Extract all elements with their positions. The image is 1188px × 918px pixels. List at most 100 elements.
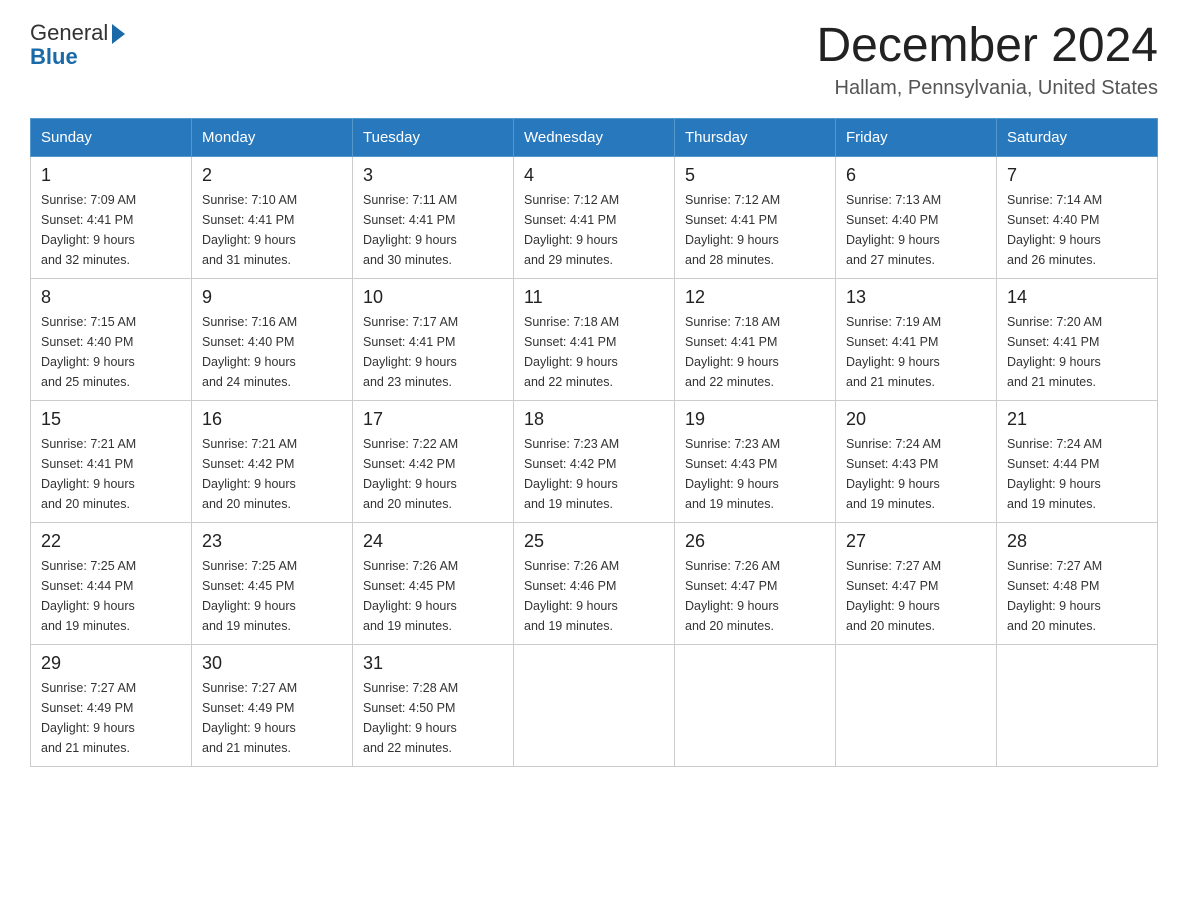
day-info: Sunrise: 7:18 AM Sunset: 4:41 PM Dayligh…	[685, 312, 825, 392]
day-info: Sunrise: 7:14 AM Sunset: 4:40 PM Dayligh…	[1007, 190, 1147, 270]
calendar-cell: 3 Sunrise: 7:11 AM Sunset: 4:41 PM Dayli…	[353, 156, 514, 278]
calendar-cell: 4 Sunrise: 7:12 AM Sunset: 4:41 PM Dayli…	[514, 156, 675, 278]
week-row-4: 22 Sunrise: 7:25 AM Sunset: 4:44 PM Dayl…	[31, 522, 1158, 644]
title-area: December 2024 Hallam, Pennsylvania, Unit…	[816, 20, 1158, 100]
day-number: 4	[524, 165, 664, 186]
day-info: Sunrise: 7:21 AM Sunset: 4:41 PM Dayligh…	[41, 434, 181, 514]
calendar-cell: 5 Sunrise: 7:12 AM Sunset: 4:41 PM Dayli…	[675, 156, 836, 278]
day-number: 18	[524, 409, 664, 430]
day-number: 2	[202, 165, 342, 186]
day-number: 26	[685, 531, 825, 552]
logo-general-text: General	[30, 20, 108, 46]
day-info: Sunrise: 7:18 AM Sunset: 4:41 PM Dayligh…	[524, 312, 664, 392]
day-number: 30	[202, 653, 342, 674]
header-saturday: Saturday	[997, 118, 1158, 156]
day-info: Sunrise: 7:13 AM Sunset: 4:40 PM Dayligh…	[846, 190, 986, 270]
day-number: 23	[202, 531, 342, 552]
header-monday: Monday	[192, 118, 353, 156]
month-year-title: December 2024	[816, 20, 1158, 73]
calendar-cell: 20 Sunrise: 7:24 AM Sunset: 4:43 PM Dayl…	[836, 400, 997, 522]
calendar-cell: 13 Sunrise: 7:19 AM Sunset: 4:41 PM Dayl…	[836, 278, 997, 400]
day-info: Sunrise: 7:27 AM Sunset: 4:49 PM Dayligh…	[41, 678, 181, 758]
calendar-cell: 21 Sunrise: 7:24 AM Sunset: 4:44 PM Dayl…	[997, 400, 1158, 522]
day-number: 10	[363, 287, 503, 308]
calendar-cell: 25 Sunrise: 7:26 AM Sunset: 4:46 PM Dayl…	[514, 522, 675, 644]
header-wednesday: Wednesday	[514, 118, 675, 156]
day-number: 6	[846, 165, 986, 186]
logo: General Blue	[30, 20, 125, 70]
day-number: 12	[685, 287, 825, 308]
day-info: Sunrise: 7:26 AM Sunset: 4:46 PM Dayligh…	[524, 556, 664, 636]
calendar-cell: 27 Sunrise: 7:27 AM Sunset: 4:47 PM Dayl…	[836, 522, 997, 644]
day-number: 9	[202, 287, 342, 308]
calendar-cell: 12 Sunrise: 7:18 AM Sunset: 4:41 PM Dayl…	[675, 278, 836, 400]
day-info: Sunrise: 7:25 AM Sunset: 4:45 PM Dayligh…	[202, 556, 342, 636]
day-info: Sunrise: 7:26 AM Sunset: 4:45 PM Dayligh…	[363, 556, 503, 636]
day-number: 29	[41, 653, 181, 674]
calendar-table: Sunday Monday Tuesday Wednesday Thursday…	[30, 118, 1158, 767]
day-number: 5	[685, 165, 825, 186]
day-info: Sunrise: 7:27 AM Sunset: 4:48 PM Dayligh…	[1007, 556, 1147, 636]
calendar-cell: 1 Sunrise: 7:09 AM Sunset: 4:41 PM Dayli…	[31, 156, 192, 278]
day-number: 28	[1007, 531, 1147, 552]
calendar-cell	[836, 644, 997, 766]
logo-blue-text: Blue	[30, 44, 78, 70]
day-info: Sunrise: 7:21 AM Sunset: 4:42 PM Dayligh…	[202, 434, 342, 514]
calendar-cell	[675, 644, 836, 766]
header-friday: Friday	[836, 118, 997, 156]
calendar-cell: 17 Sunrise: 7:22 AM Sunset: 4:42 PM Dayl…	[353, 400, 514, 522]
day-info: Sunrise: 7:20 AM Sunset: 4:41 PM Dayligh…	[1007, 312, 1147, 392]
day-info: Sunrise: 7:23 AM Sunset: 4:43 PM Dayligh…	[685, 434, 825, 514]
day-number: 24	[363, 531, 503, 552]
day-number: 21	[1007, 409, 1147, 430]
day-number: 22	[41, 531, 181, 552]
calendar-cell: 8 Sunrise: 7:15 AM Sunset: 4:40 PM Dayli…	[31, 278, 192, 400]
calendar-cell: 22 Sunrise: 7:25 AM Sunset: 4:44 PM Dayl…	[31, 522, 192, 644]
header-sunday: Sunday	[31, 118, 192, 156]
day-number: 19	[685, 409, 825, 430]
day-number: 27	[846, 531, 986, 552]
day-number: 11	[524, 287, 664, 308]
calendar-cell: 26 Sunrise: 7:26 AM Sunset: 4:47 PM Dayl…	[675, 522, 836, 644]
day-number: 20	[846, 409, 986, 430]
week-row-2: 8 Sunrise: 7:15 AM Sunset: 4:40 PM Dayli…	[31, 278, 1158, 400]
calendar-cell	[514, 644, 675, 766]
header-tuesday: Tuesday	[353, 118, 514, 156]
day-number: 31	[363, 653, 503, 674]
day-info: Sunrise: 7:27 AM Sunset: 4:47 PM Dayligh…	[846, 556, 986, 636]
day-number: 1	[41, 165, 181, 186]
calendar-cell: 31 Sunrise: 7:28 AM Sunset: 4:50 PM Dayl…	[353, 644, 514, 766]
day-number: 25	[524, 531, 664, 552]
day-info: Sunrise: 7:12 AM Sunset: 4:41 PM Dayligh…	[685, 190, 825, 270]
calendar-cell: 14 Sunrise: 7:20 AM Sunset: 4:41 PM Dayl…	[997, 278, 1158, 400]
week-row-5: 29 Sunrise: 7:27 AM Sunset: 4:49 PM Dayl…	[31, 644, 1158, 766]
day-number: 15	[41, 409, 181, 430]
week-row-3: 15 Sunrise: 7:21 AM Sunset: 4:41 PM Dayl…	[31, 400, 1158, 522]
day-info: Sunrise: 7:15 AM Sunset: 4:40 PM Dayligh…	[41, 312, 181, 392]
day-number: 3	[363, 165, 503, 186]
day-number: 13	[846, 287, 986, 308]
calendar-cell: 19 Sunrise: 7:23 AM Sunset: 4:43 PM Dayl…	[675, 400, 836, 522]
day-info: Sunrise: 7:12 AM Sunset: 4:41 PM Dayligh…	[524, 190, 664, 270]
location-subtitle: Hallam, Pennsylvania, United States	[816, 77, 1158, 100]
page-header: General Blue December 2024 Hallam, Penns…	[30, 20, 1158, 100]
day-info: Sunrise: 7:09 AM Sunset: 4:41 PM Dayligh…	[41, 190, 181, 270]
day-info: Sunrise: 7:25 AM Sunset: 4:44 PM Dayligh…	[41, 556, 181, 636]
calendar-cell: 11 Sunrise: 7:18 AM Sunset: 4:41 PM Dayl…	[514, 278, 675, 400]
day-number: 8	[41, 287, 181, 308]
day-number: 14	[1007, 287, 1147, 308]
day-info: Sunrise: 7:23 AM Sunset: 4:42 PM Dayligh…	[524, 434, 664, 514]
day-info: Sunrise: 7:19 AM Sunset: 4:41 PM Dayligh…	[846, 312, 986, 392]
day-info: Sunrise: 7:17 AM Sunset: 4:41 PM Dayligh…	[363, 312, 503, 392]
day-number: 17	[363, 409, 503, 430]
week-row-1: 1 Sunrise: 7:09 AM Sunset: 4:41 PM Dayli…	[31, 156, 1158, 278]
calendar-cell: 16 Sunrise: 7:21 AM Sunset: 4:42 PM Dayl…	[192, 400, 353, 522]
calendar-cell: 15 Sunrise: 7:21 AM Sunset: 4:41 PM Dayl…	[31, 400, 192, 522]
calendar-cell: 10 Sunrise: 7:17 AM Sunset: 4:41 PM Dayl…	[353, 278, 514, 400]
day-number: 7	[1007, 165, 1147, 186]
day-info: Sunrise: 7:11 AM Sunset: 4:41 PM Dayligh…	[363, 190, 503, 270]
calendar-cell: 6 Sunrise: 7:13 AM Sunset: 4:40 PM Dayli…	[836, 156, 997, 278]
calendar-cell: 9 Sunrise: 7:16 AM Sunset: 4:40 PM Dayli…	[192, 278, 353, 400]
day-info: Sunrise: 7:24 AM Sunset: 4:44 PM Dayligh…	[1007, 434, 1147, 514]
day-info: Sunrise: 7:27 AM Sunset: 4:49 PM Dayligh…	[202, 678, 342, 758]
